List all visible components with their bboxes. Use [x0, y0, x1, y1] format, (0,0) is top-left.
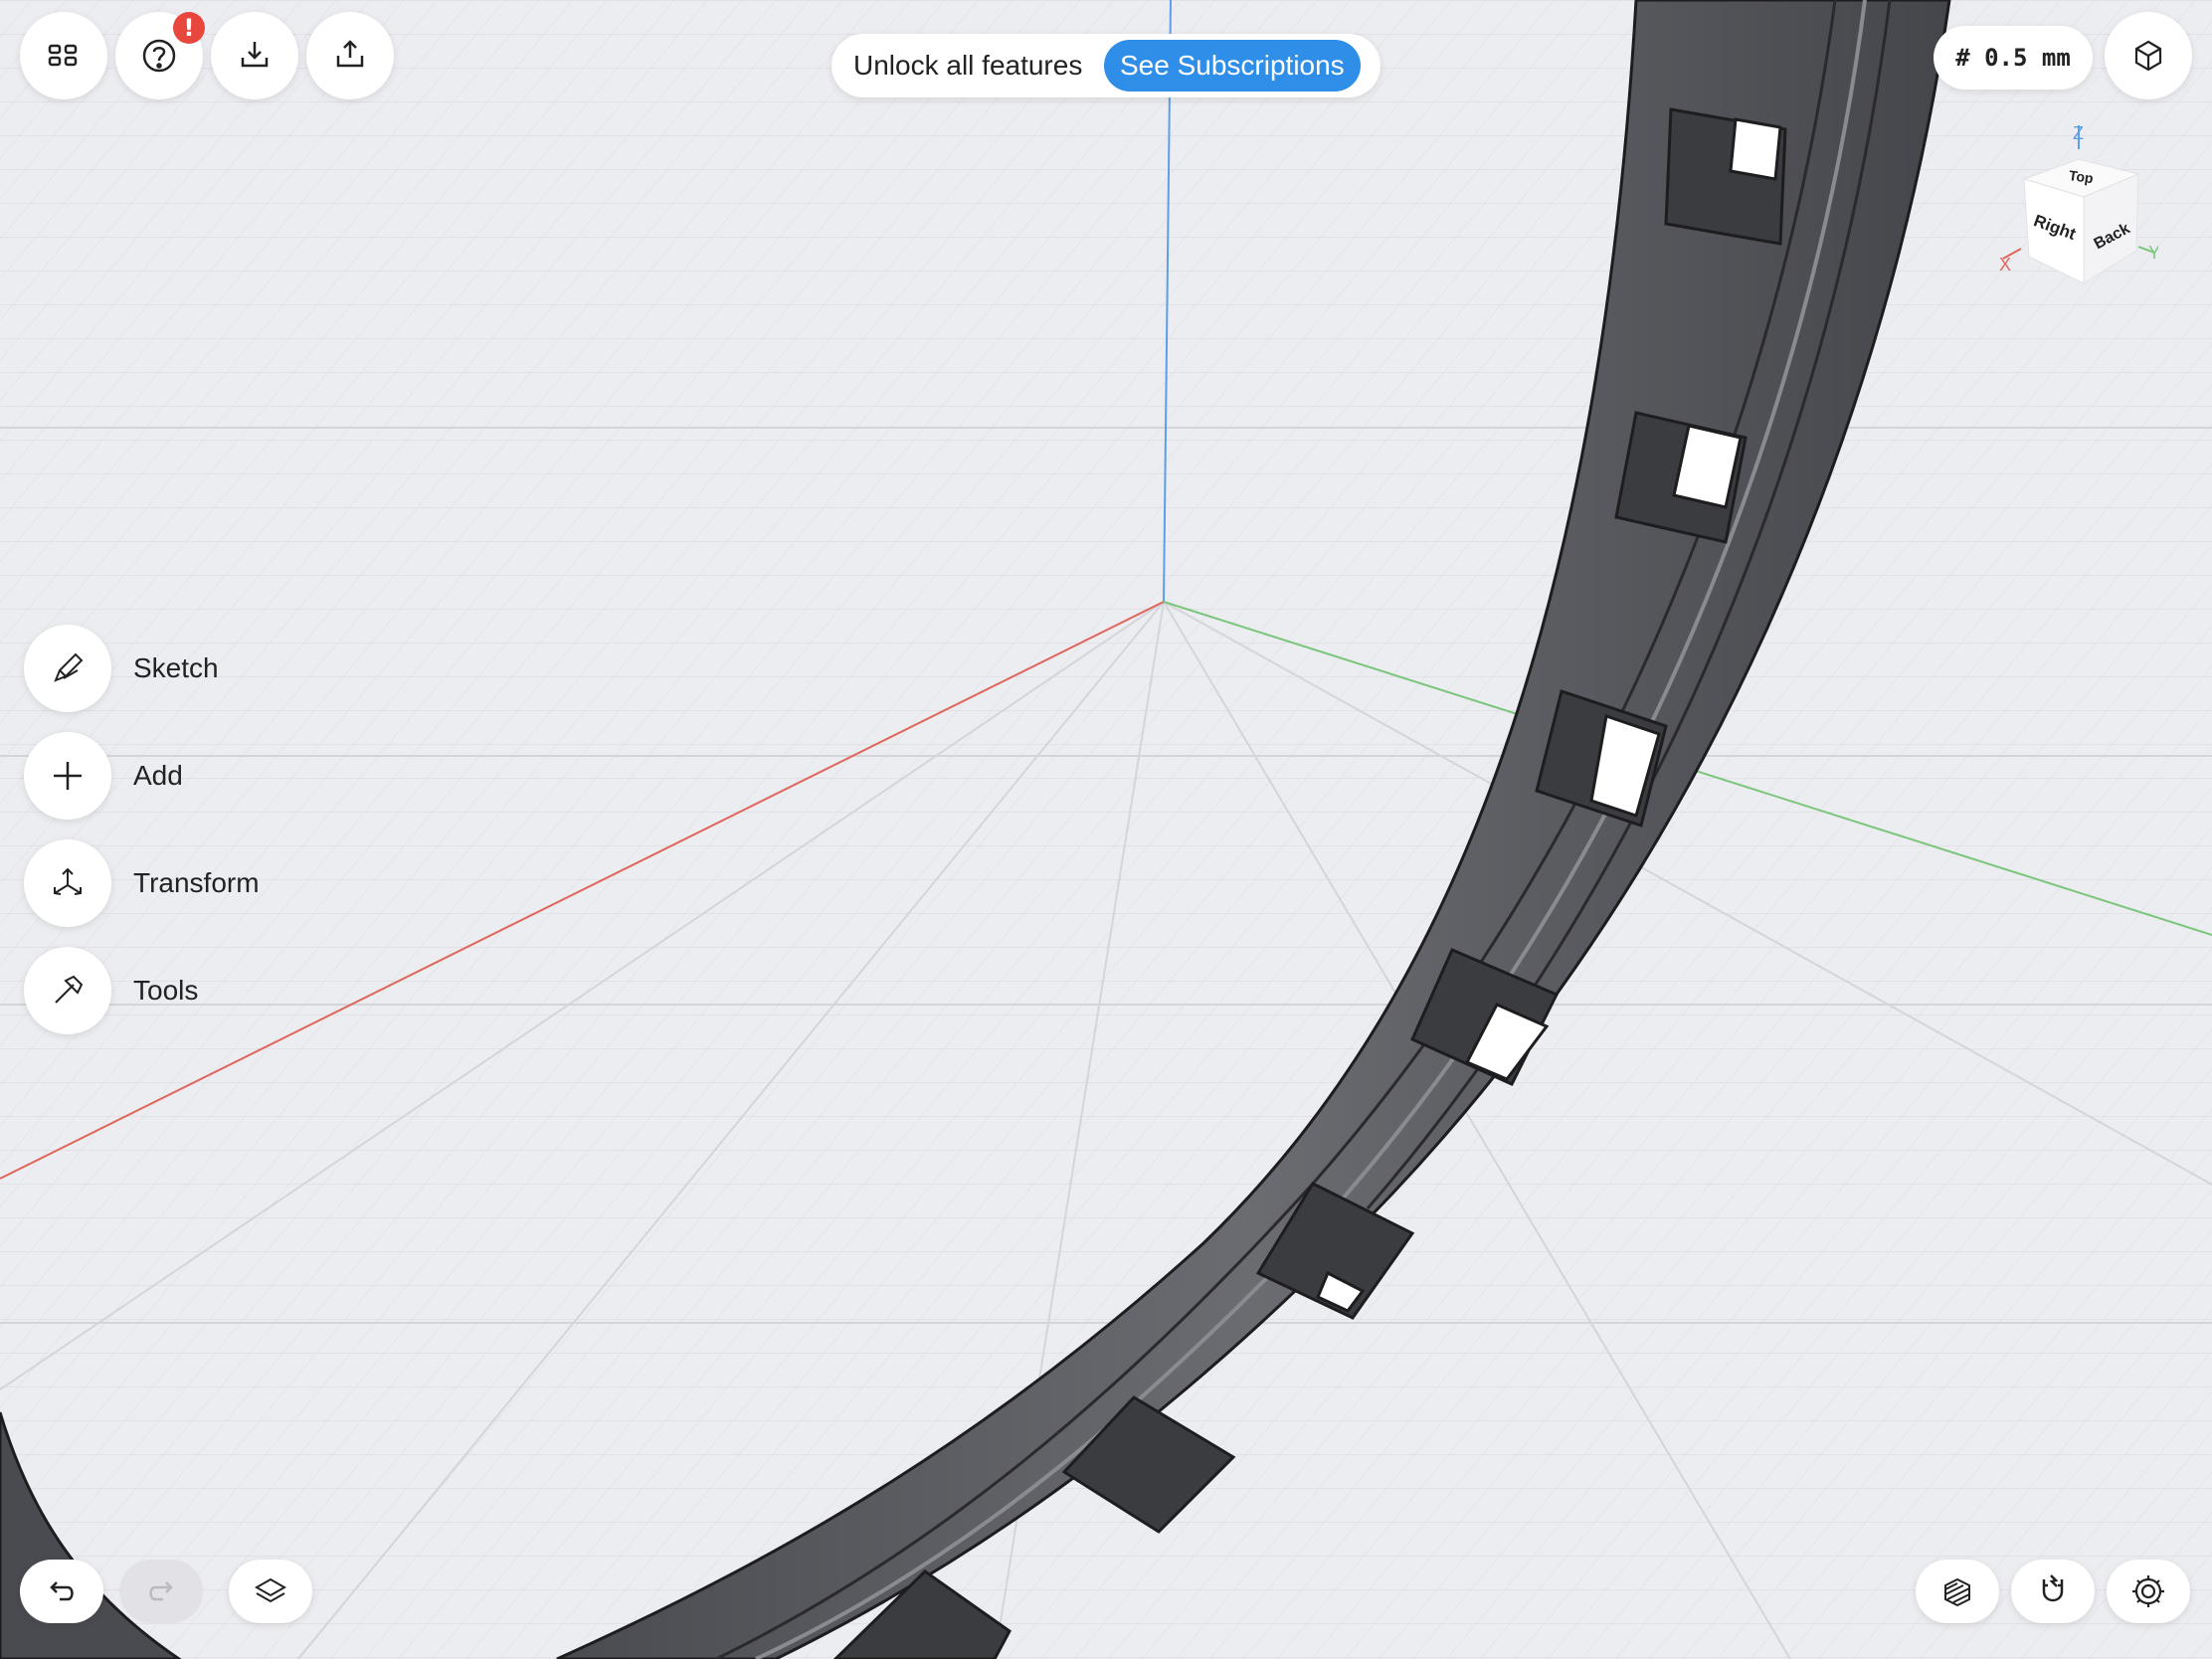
add-label: Add: [133, 760, 183, 791]
redo-icon: [149, 1581, 173, 1601]
snap-magnet-icon: [2042, 1574, 2064, 1602]
settings-button[interactable]: [2107, 1560, 2190, 1623]
view-mode-button[interactable]: [2105, 12, 2192, 99]
transform-menu-item[interactable]: Transform: [24, 839, 260, 927]
export-button[interactable]: [306, 12, 394, 99]
transform-button[interactable]: [24, 839, 111, 927]
see-subscriptions-button[interactable]: See Subscriptions: [1104, 40, 1361, 92]
transform-label: Transform: [133, 867, 260, 898]
sketch-menu-item[interactable]: Sketch: [24, 625, 219, 712]
layers-button[interactable]: [229, 1560, 312, 1623]
y-axis-label: Y: [2148, 243, 2158, 263]
export-icon: [336, 40, 364, 68]
snap-button[interactable]: [2011, 1560, 2095, 1623]
cube-face-top: Top: [2068, 167, 2095, 186]
apps-grid-button[interactable]: [20, 12, 107, 99]
x-axis-label: X: [1999, 255, 2011, 275]
hammer-icon: [55, 975, 84, 1004]
sketch-button[interactable]: [24, 625, 111, 712]
perspective-cube-icon: [2134, 40, 2162, 72]
undo-icon: [50, 1581, 74, 1601]
import-icon: [241, 42, 269, 68]
help-icon: [142, 39, 176, 73]
sketch-label: Sketch: [133, 652, 219, 683]
section-view-button[interactable]: [1916, 1560, 1999, 1623]
settings-gear-icon: [2132, 1575, 2164, 1607]
upgrade-banner: Unlock all features See Subscriptions: [831, 34, 1381, 97]
section-view-icon: [1944, 1577, 1970, 1607]
add-button[interactable]: [24, 732, 111, 820]
3d-viewport[interactable]: [0, 0, 2212, 1659]
add-menu-item[interactable]: Add: [24, 732, 183, 820]
view-cube[interactable]: Z X Y Top Right Back: [1989, 119, 2158, 288]
grid-size-indicator[interactable]: # 0.5 mm: [1934, 26, 2093, 90]
grid-icon: [48, 44, 78, 67]
help-alert-badge: !: [173, 12, 205, 44]
z-axis-label: Z: [2073, 123, 2084, 143]
tools-menu-item[interactable]: Tools: [24, 947, 198, 1034]
undo-button[interactable]: [20, 1560, 103, 1623]
layers-icon: [254, 1577, 287, 1603]
pencil-icon: [54, 652, 84, 682]
upgrade-text: Unlock all features: [853, 50, 1083, 81]
redo-button[interactable]: [119, 1560, 203, 1623]
tools-button[interactable]: [24, 947, 111, 1034]
move-arrows-icon: [54, 867, 82, 895]
import-button[interactable]: [211, 12, 298, 99]
plus-icon: [54, 762, 82, 790]
tools-label: Tools: [133, 975, 199, 1006]
